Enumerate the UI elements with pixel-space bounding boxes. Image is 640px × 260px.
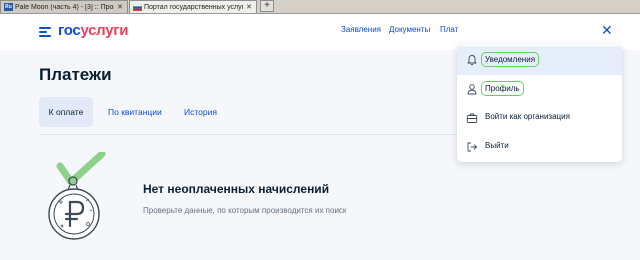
menu-item-label: Уведомления [481,52,540,67]
new-tab-button[interactable]: + [260,0,274,12]
menu-item-logout[interactable]: Выйти [457,133,622,162]
menu-item-notifications[interactable]: Уведомления [457,46,622,75]
page-title: Платежи [39,65,112,84]
menu-item-label: Выйти [485,141,509,150]
ruble-coin-check-icon [48,152,106,240]
bell-icon [467,55,477,66]
menu-item-org-login[interactable]: Войти как организация [457,104,622,133]
person-icon [467,84,477,95]
close-menu-icon[interactable]: ✕ [601,23,613,37]
briefcase-icon [466,113,478,123]
close-tab-icon[interactable]: ✕ [116,3,124,11]
gosuslugi-logo[interactable]: госуслуги [58,22,128,39]
nav-link-payments[interactable]: Плат [440,25,458,34]
menu-item-label: Профиль [481,81,524,96]
browser-tab-strip: Ru Pale Moon (часть 4) - [3] :: Программ… [0,0,640,14]
tab-by-receipt[interactable]: По квитанции [100,97,170,127]
profile-dropdown-menu: Уведомления Профиль Войти как организаци… [457,45,622,162]
empty-state-title: Нет неоплаченных начислений [143,182,330,196]
forum-favicon-icon: Ru [4,3,13,11]
close-tab-icon[interactable]: ✕ [245,3,253,11]
empty-state-subtitle: Проверьте данные, по которым производитс… [143,206,347,215]
tab-to-pay[interactable]: К оплате [39,97,93,127]
logout-icon [467,142,477,152]
nav-link-applications[interactable]: Заявления [341,25,381,34]
russian-flag-favicon-icon [133,3,142,11]
browser-tab-palemoon[interactable]: Ru Pale Moon (часть 4) - [3] :: Программ… [0,0,128,13]
menu-item-label: Войти как организация [485,112,570,121]
hamburger-menu-icon[interactable] [39,27,51,37]
nav-link-documents[interactable]: Документы [389,25,430,34]
menu-item-profile[interactable]: Профиль [457,75,622,104]
tab-history[interactable]: История [176,97,225,127]
browser-tab-gosuslugi[interactable]: Портал государственных услуг Россий... ✕ [129,0,257,13]
